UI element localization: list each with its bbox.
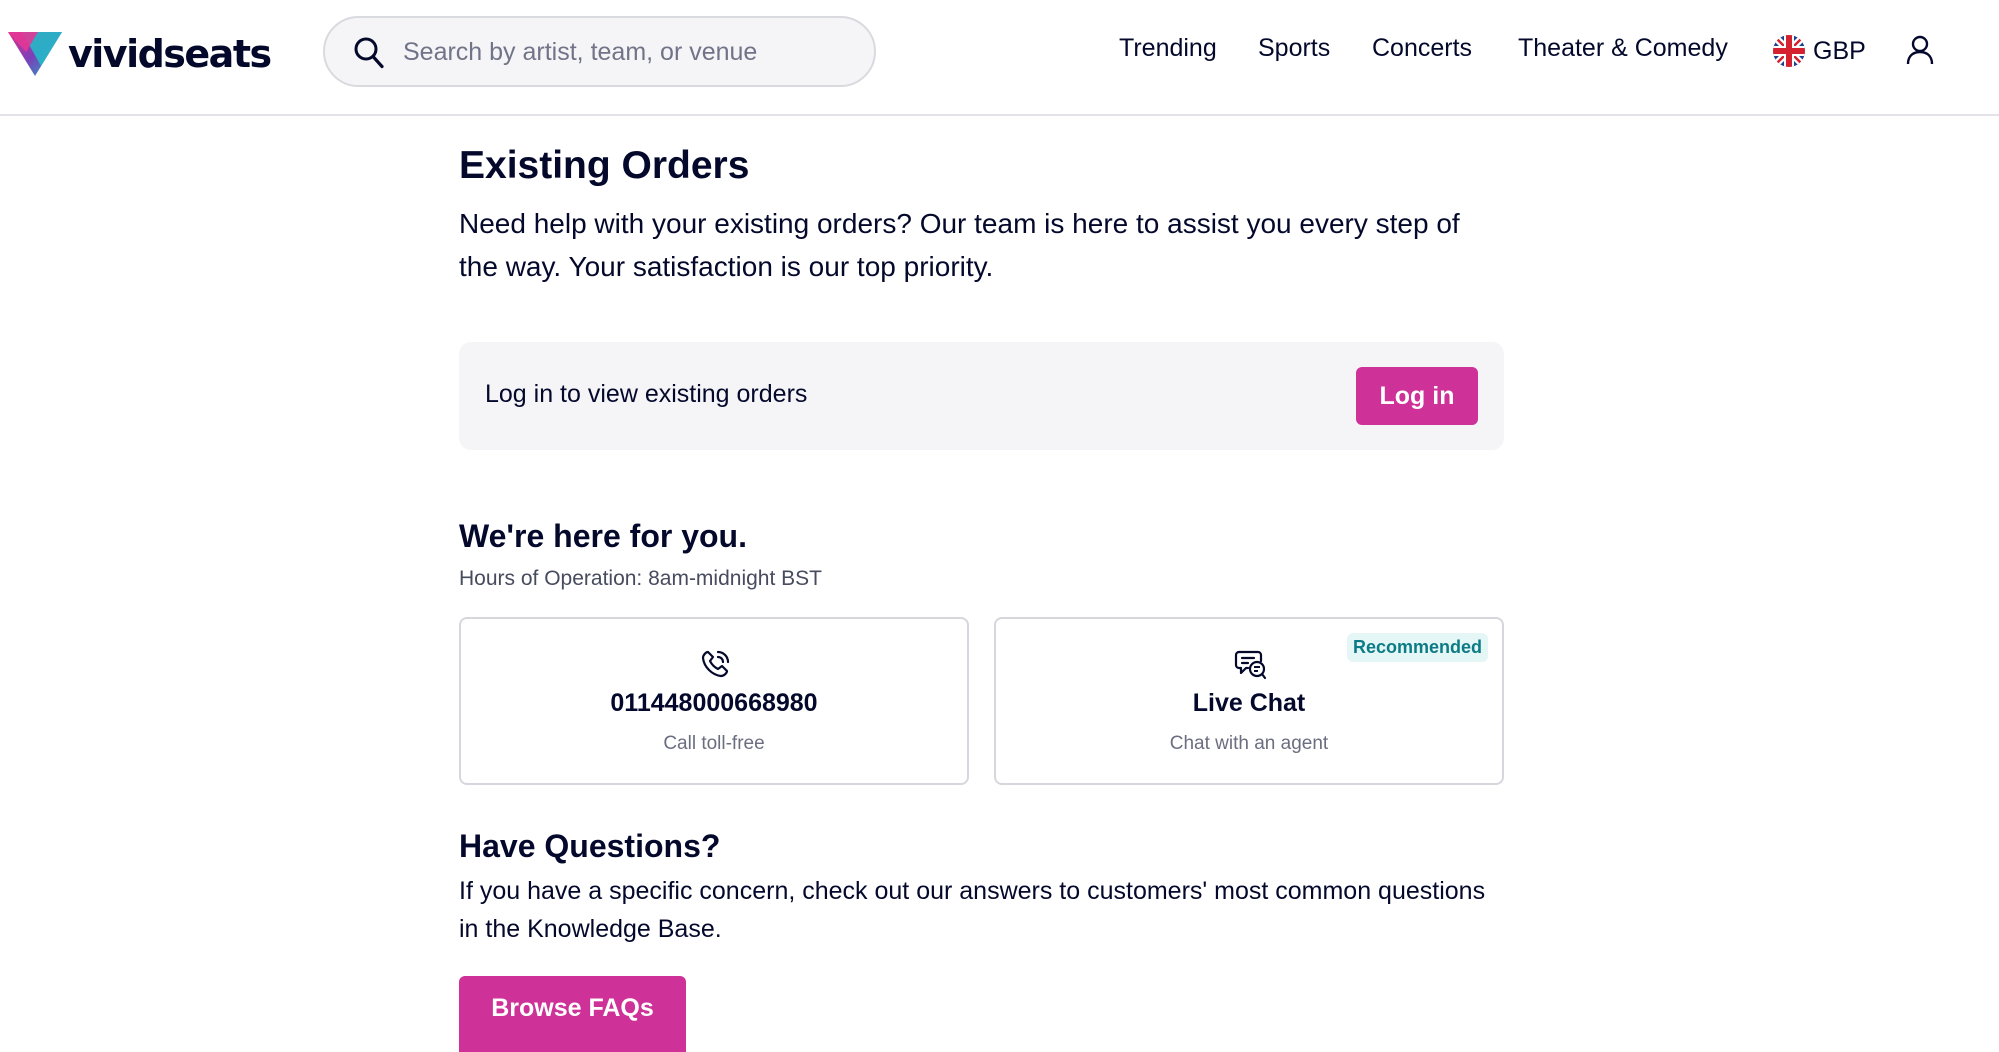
vividseats-logo[interactable]: vividseats (8, 30, 272, 78)
search-bar[interactable] (323, 16, 876, 87)
intro-text: Need help with your existing orders? Our… (459, 208, 1460, 282)
phone-number: 011448000668980 (610, 689, 818, 717)
currency-label: GBP (1813, 36, 1866, 65)
live-chat-card[interactable]: Recommended Live Chat Chat with an agent (994, 617, 1504, 785)
support-title: We're here for you. (459, 518, 747, 554)
login-prompt: Log in to view existing orders (485, 380, 808, 408)
phone-icon (701, 650, 730, 678)
login-button[interactable]: Log in (1356, 367, 1478, 425)
nav-trending[interactable]: Trending (1119, 34, 1217, 63)
nav-theater-comedy[interactable]: Theater & Comedy (1518, 34, 1728, 63)
phone-subtitle: Call toll-free (663, 733, 765, 754)
search-input[interactable] (403, 32, 853, 72)
chat-icon (1234, 650, 1267, 680)
nav-sports[interactable]: Sports (1258, 34, 1330, 63)
recommended-badge: Recommended (1346, 633, 1488, 662)
live-chat-title: Live Chat (1192, 689, 1306, 717)
questions-text: If you have a specific concern, check ou… (459, 877, 1486, 943)
user-icon[interactable] (1905, 35, 1935, 65)
search-icon (354, 37, 384, 69)
browse-faqs-button[interactable]: Browse FAQs (459, 976, 686, 1052)
nav-concerts[interactable]: Concerts (1372, 34, 1472, 63)
uk-flag-icon (1773, 35, 1805, 67)
questions-title: Have Questions? (459, 828, 721, 864)
currency-selector[interactable]: GBP (1773, 33, 1866, 69)
login-card: Log in to view existing orders (459, 342, 1504, 450)
page-title: Existing Orders (459, 144, 750, 187)
logo-triangle-icon (8, 32, 62, 76)
live-chat-subtitle: Chat with an agent (1169, 733, 1329, 754)
phone-card[interactable]: 011448000668980 Call toll-free (459, 617, 969, 785)
top-header: vividseats Trending Sports Concerts Thea… (0, 0, 1999, 116)
logo-text: vividseats (68, 32, 272, 76)
hours-of-operation: Hours of Operation: 8am-midnight BST (459, 567, 822, 590)
